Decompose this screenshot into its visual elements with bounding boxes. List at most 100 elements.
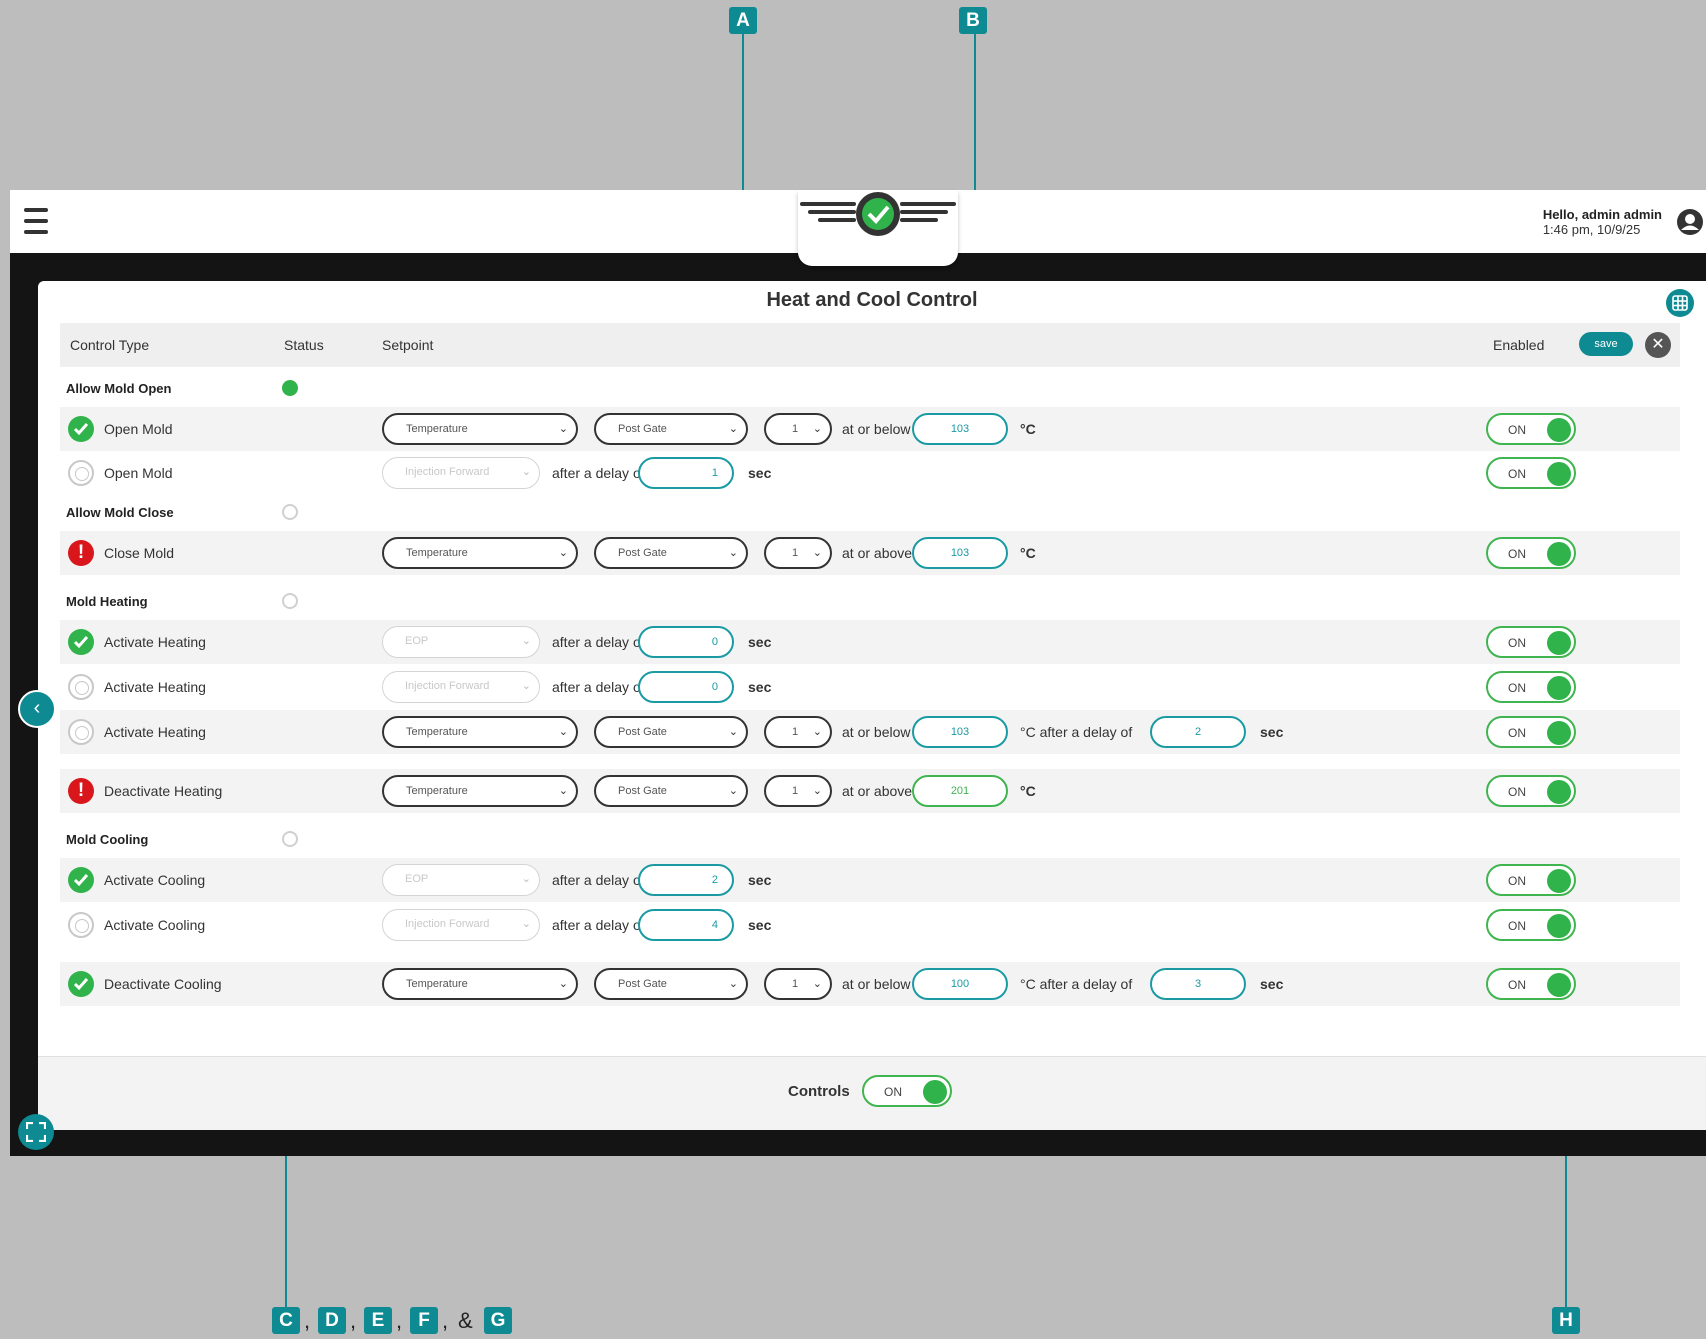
- enabled-toggle[interactable]: ON: [1486, 716, 1576, 748]
- source-select[interactable]: Temperature ⌄: [382, 413, 578, 445]
- controls-toggle[interactable]: ON: [862, 1075, 952, 1107]
- temperature-input[interactable]: 201: [912, 775, 1008, 807]
- section-status-indicator: [282, 504, 298, 520]
- chevron-down-icon: ⌄: [521, 918, 531, 930]
- save-button[interactable]: save: [1579, 332, 1633, 356]
- enabled-toggle[interactable]: ON: [1486, 537, 1576, 569]
- check-icon: [68, 629, 94, 655]
- delay-input[interactable]: 2: [638, 864, 734, 896]
- delay-input[interactable]: 4: [638, 909, 734, 941]
- gate-select[interactable]: Post Gate ⌄: [594, 413, 748, 445]
- section-mold-cooling: Mold Cooling: [60, 822, 1680, 858]
- temperature-input[interactable]: 103: [912, 537, 1008, 569]
- table-row: Deactivate Heating Temperature ⌄ Post Gat…: [60, 769, 1680, 813]
- fullscreen-button[interactable]: [18, 1114, 54, 1150]
- select-value: Injection Forward: [405, 680, 490, 692]
- source-select[interactable]: Temperature ⌄: [382, 716, 578, 748]
- toggle-label: ON: [1508, 978, 1526, 992]
- callout-f: F: [410, 1307, 438, 1334]
- source-select[interactable]: Temperature ⌄: [382, 968, 578, 1000]
- delay-input[interactable]: 2: [1150, 716, 1246, 748]
- controls-label: Controls: [788, 1083, 850, 1100]
- toggle-knob: [1547, 676, 1571, 700]
- table-row: Activate Heating Injection Forward ⌄ afte…: [60, 665, 1680, 709]
- delay-label: after a delay of: [552, 917, 645, 933]
- menu-icon[interactable]: [24, 208, 48, 234]
- gate-select[interactable]: Post Gate ⌄: [594, 537, 748, 569]
- chevron-down-icon: ⌄: [728, 726, 738, 738]
- seconds-label: sec: [1260, 724, 1284, 740]
- delay-input[interactable]: 3: [1150, 968, 1246, 1000]
- select-value: Post Gate: [618, 785, 667, 797]
- source-select[interactable]: Temperature ⌄: [382, 537, 578, 569]
- callout-b: B: [959, 7, 987, 34]
- enabled-toggle[interactable]: ON: [1486, 413, 1576, 445]
- callout-ampersand: &: [458, 1308, 473, 1333]
- toggle-knob: [923, 1080, 947, 1104]
- grid-view-button[interactable]: [1666, 289, 1694, 317]
- number-select[interactable]: 1 ⌄: [764, 537, 832, 569]
- toggle-knob: [1547, 721, 1571, 745]
- condition-label: at or above: [842, 783, 913, 799]
- control-name: Deactivate Cooling: [104, 976, 222, 992]
- chevron-down-icon: ⌄: [521, 680, 531, 692]
- enabled-toggle[interactable]: ON: [1486, 775, 1576, 807]
- app-logo: [798, 190, 958, 266]
- toggle-label: ON: [1508, 874, 1526, 888]
- unit-delay-label: °C after a delay of: [1020, 976, 1133, 992]
- source-select[interactable]: EOP ⌄: [382, 626, 540, 658]
- enabled-toggle[interactable]: ON: [1486, 968, 1576, 1000]
- chevron-down-icon: ⌄: [812, 547, 822, 559]
- seconds-label: sec: [748, 679, 772, 695]
- enabled-toggle[interactable]: ON: [1486, 864, 1576, 896]
- select-value: Post Gate: [618, 978, 667, 990]
- source-select[interactable]: Injection Forward ⌄: [382, 457, 540, 489]
- section-status-indicator: [282, 831, 298, 847]
- number-select[interactable]: 1 ⌄: [764, 968, 832, 1000]
- toggle-knob: [1547, 973, 1571, 997]
- table-row: Open Mold Temperature ⌄ Post Gate ⌄ 1 ⌄ at …: [60, 407, 1680, 451]
- condition-label: at or above: [842, 545, 913, 561]
- enabled-toggle[interactable]: ON: [1486, 626, 1576, 658]
- delay-input[interactable]: 0: [638, 626, 734, 658]
- user-account-icon[interactable]: [1676, 208, 1704, 236]
- source-select[interactable]: Injection Forward ⌄: [382, 909, 540, 941]
- seconds-label: sec: [748, 465, 772, 481]
- seconds-label: sec: [1260, 976, 1284, 992]
- temperature-input[interactable]: 103: [912, 716, 1008, 748]
- callout-d: D: [318, 1307, 346, 1334]
- number-select[interactable]: 1 ⌄: [764, 413, 832, 445]
- number-select[interactable]: 1 ⌄: [764, 716, 832, 748]
- condition-label: at or below: [842, 421, 911, 437]
- chevron-down-icon: ⌄: [728, 785, 738, 797]
- temperature-input[interactable]: 100: [912, 968, 1008, 1000]
- toggle-label: ON: [1508, 636, 1526, 650]
- source-select[interactable]: EOP ⌄: [382, 864, 540, 896]
- number-select[interactable]: 1 ⌄: [764, 775, 832, 807]
- select-value: 1: [792, 726, 799, 738]
- enabled-toggle[interactable]: ON: [1486, 909, 1576, 941]
- toggle-knob: [1547, 631, 1571, 655]
- section-label: Allow Mold Open: [66, 381, 172, 396]
- delay-input[interactable]: 1: [638, 457, 734, 489]
- source-select[interactable]: Temperature ⌄: [382, 775, 578, 807]
- chevron-left-icon[interactable]: ‹: [18, 690, 56, 728]
- select-value: 1: [792, 547, 799, 559]
- close-icon[interactable]: ✕: [1645, 332, 1671, 358]
- delay-input[interactable]: 0: [638, 671, 734, 703]
- control-name: Open Mold: [104, 421, 173, 437]
- source-select[interactable]: Injection Forward ⌄: [382, 671, 540, 703]
- gate-select[interactable]: Post Gate ⌄: [594, 716, 748, 748]
- gate-select[interactable]: Post Gate ⌄: [594, 775, 748, 807]
- user-greeting: Hello, admin admin 1:46 pm, 10/9/25: [1543, 207, 1662, 237]
- check-icon: [68, 971, 94, 997]
- chevron-down-icon: ⌄: [558, 726, 568, 738]
- temperature-input[interactable]: 103: [912, 413, 1008, 445]
- enabled-toggle[interactable]: ON: [1486, 457, 1576, 489]
- callout-h: H: [1552, 1307, 1580, 1334]
- select-value: Post Gate: [618, 547, 667, 559]
- gate-select[interactable]: Post Gate ⌄: [594, 968, 748, 1000]
- toggle-knob: [1547, 914, 1571, 938]
- enabled-toggle[interactable]: ON: [1486, 671, 1576, 703]
- callout-c: C: [272, 1307, 300, 1334]
